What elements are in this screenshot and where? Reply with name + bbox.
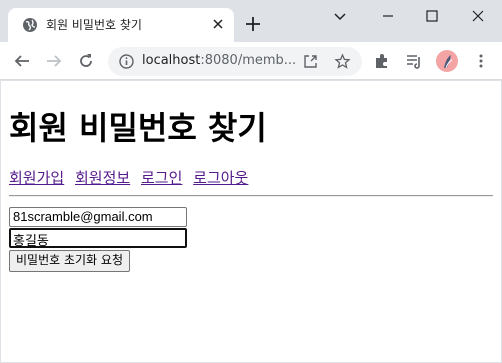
nav-links: 회원가입 회원정보 로그인 로그아웃 (9, 167, 254, 188)
tab-search-icon[interactable] (332, 8, 348, 24)
tab-title: 회원 비밀번호 찾기 (46, 18, 142, 32)
forward-icon[interactable] (45, 52, 63, 70)
divider (9, 195, 493, 197)
profile-icon (444, 55, 453, 69)
bookmark-star-icon[interactable] (334, 53, 351, 70)
address-bar[interactable]: localhost:8080/memb... (108, 47, 362, 76)
close-tab-icon[interactable] (210, 16, 226, 32)
link-member-info[interactable]: 회원정보 (75, 169, 130, 187)
profile-avatar[interactable] (436, 50, 458, 72)
link-signup[interactable]: 회원가입 (9, 169, 64, 187)
url-rest: :8080/memb... (200, 53, 297, 68)
new-tab-icon[interactable] (244, 15, 262, 33)
maximize-icon[interactable] (424, 8, 440, 24)
reset-password-button[interactable]: 비밀번호 초기화 요청 (9, 250, 130, 272)
browser-tab[interactable]: 회원 비밀번호 찾기 (8, 8, 234, 42)
link-logout[interactable]: 로그아웃 (193, 169, 248, 187)
globe-icon (23, 18, 37, 32)
extensions-icon[interactable] (373, 52, 391, 70)
link-login[interactable]: 로그인 (141, 169, 182, 187)
site-info-icon[interactable] (118, 53, 135, 70)
browser-toolbar: localhost:8080/memb... (0, 42, 502, 80)
name-field[interactable]: 홍길동 (9, 228, 187, 248)
share-icon[interactable] (302, 53, 319, 70)
back-icon[interactable] (13, 52, 31, 70)
minimize-icon[interactable] (380, 8, 396, 24)
close-window-icon[interactable] (470, 8, 486, 24)
email-field[interactable]: 81scramble@gmail.com (9, 207, 187, 227)
url-text: localhost:8080/memb... (142, 53, 296, 68)
url-host: localhost (142, 53, 201, 68)
title-bar: 회원 비밀번호 찾기 (0, 0, 502, 42)
page-title: 회원 비밀번호 찾기 (9, 109, 267, 147)
page-content: 회원 비밀번호 찾기 회원가입 회원정보 로그인 로그아웃 81scramble… (1, 81, 501, 362)
reading-list-icon[interactable] (405, 52, 423, 70)
menu-icon[interactable] (472, 52, 490, 70)
reload-icon[interactable] (77, 52, 95, 70)
